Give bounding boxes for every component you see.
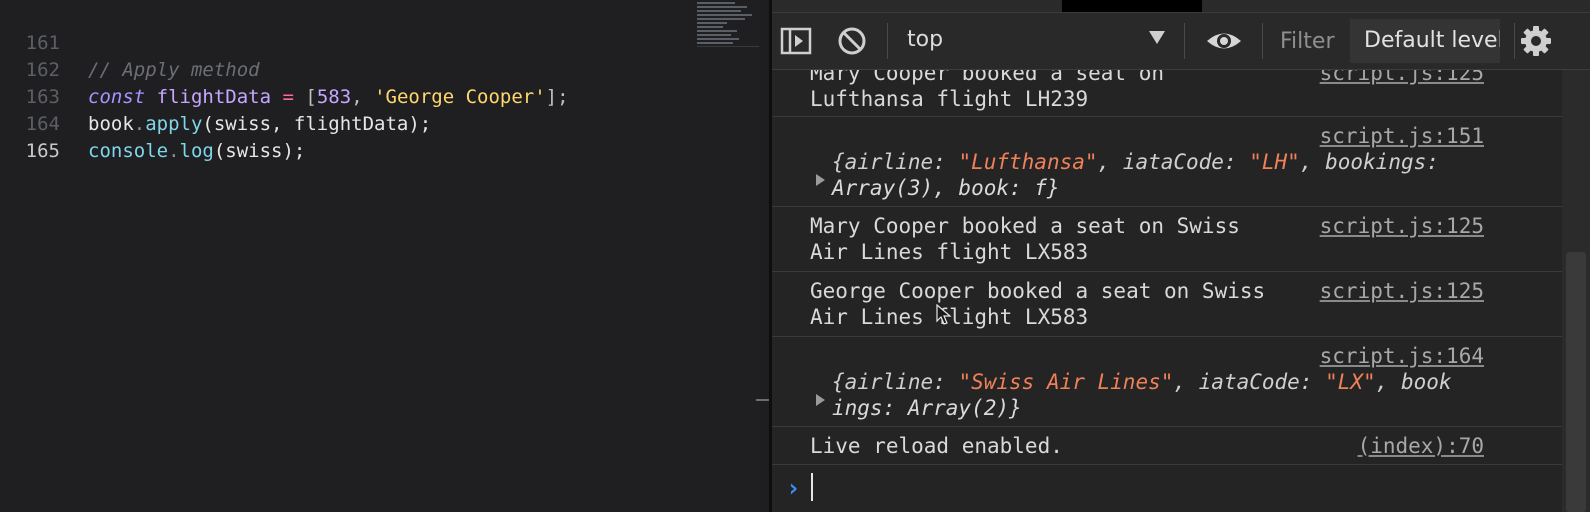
log-text: Live reload enabled.: [810, 434, 1063, 458]
devtools-tab-strip: [772, 0, 1590, 13]
clear-console-icon[interactable]: [834, 23, 870, 59]
object-preview: ings: Array(2)}: [832, 396, 1022, 420]
toolbar-separator: [1184, 23, 1185, 59]
code-line-164[interactable]: 164 console.log(swiss);: [0, 84, 700, 162]
devtools-console-panel: top Default levels: [772, 0, 1590, 512]
source-link[interactable]: script.js:164: [1320, 343, 1484, 369]
code-line-161[interactable]: 161 // Apply method: [0, 3, 700, 81]
toolbar-separator: [1262, 23, 1263, 59]
console-message[interactable]: George Cooper booked a seat on Swiss Air…: [772, 272, 1562, 337]
scrollbar-thumb[interactable]: [1566, 252, 1586, 512]
log-text: Lufthansa flight LH239: [810, 87, 1089, 111]
log-text: Mary Cooper booked a seat on: [810, 70, 1165, 85]
context-label: top: [907, 27, 944, 52]
console-message[interactable]: Mary Cooper booked a seat on Swiss Air L…: [772, 207, 1562, 272]
source-link[interactable]: script.js:125: [1320, 278, 1484, 304]
log-text: Mary Cooper booked a seat on Swiss: [810, 214, 1240, 238]
log-text: George Cooper booked a seat on Swiss: [810, 279, 1266, 303]
chevron-down-icon: [1149, 31, 1165, 44]
prompt-chevron-icon: ›: [786, 474, 801, 502]
gear-icon[interactable]: [1518, 23, 1554, 59]
source-link[interactable]: script.js:125: [1320, 70, 1484, 86]
console-message[interactable]: Live reload enabled. (index):70: [772, 427, 1562, 465]
source-link[interactable]: script.js:151: [1320, 123, 1484, 149]
object-preview: {airline: "Lufthansa", iataCode: "LH", b…: [832, 150, 1439, 174]
code-line-163[interactable]: 163 book.apply(swiss, flightData);: [0, 57, 700, 135]
mouse-cursor-icon: [936, 304, 952, 325]
log-level-label: Default levels: [1364, 28, 1500, 53]
console-object-message[interactable]: script.js:151 {airline: "Lufthansa", iat…: [772, 117, 1562, 207]
object-preview: {airline: "Swiss Air Lines", iataCode: "…: [832, 370, 1452, 394]
panel-resize-grip[interactable]: [756, 399, 770, 401]
console-object-message[interactable]: script.js:164 {airline: "Swiss Air Lines…: [772, 337, 1562, 427]
console-toolbar: top Default levels: [772, 13, 1590, 70]
line-number: 165: [25, 140, 60, 162]
expand-triangle-icon[interactable]: [816, 394, 825, 406]
console-input[interactable]: ›: [772, 465, 1562, 512]
call-args: (swiss);: [213, 140, 306, 162]
object-name: console: [88, 140, 169, 162]
expand-triangle-icon[interactable]: [816, 174, 825, 186]
code-line-165[interactable]: 165: [0, 111, 700, 162]
object-preview: Array(3), book: f}: [832, 176, 1060, 200]
code-editor[interactable]: 161 // Apply method 162 const flightData…: [0, 0, 770, 512]
filter-input[interactable]: [1280, 25, 1360, 57]
context-selector[interactable]: top: [907, 21, 1177, 61]
minimap[interactable]: [697, 2, 759, 52]
sidebar-toggle-icon[interactable]: [778, 23, 814, 59]
toolbar-separator: [887, 23, 888, 59]
text-caret: [811, 473, 813, 501]
code-line-162[interactable]: 162 const flightData = [583, 'George Coo…: [0, 30, 700, 108]
toolbar-separator: [1514, 23, 1515, 59]
source-link[interactable]: (index):70: [1358, 433, 1484, 459]
console-messages[interactable]: Mary Cooper booked a seat on Lufthansa f…: [772, 70, 1562, 512]
log-level-selector[interactable]: Default levels: [1350, 19, 1500, 63]
method-name: log: [179, 140, 214, 162]
eye-icon[interactable]: [1204, 23, 1241, 59]
console-message[interactable]: Mary Cooper booked a seat on Lufthansa f…: [772, 70, 1562, 117]
source-link[interactable]: script.js:125: [1320, 213, 1484, 239]
punctuation: .: [168, 140, 180, 162]
log-text: Air Lines flight LX583: [810, 240, 1089, 264]
